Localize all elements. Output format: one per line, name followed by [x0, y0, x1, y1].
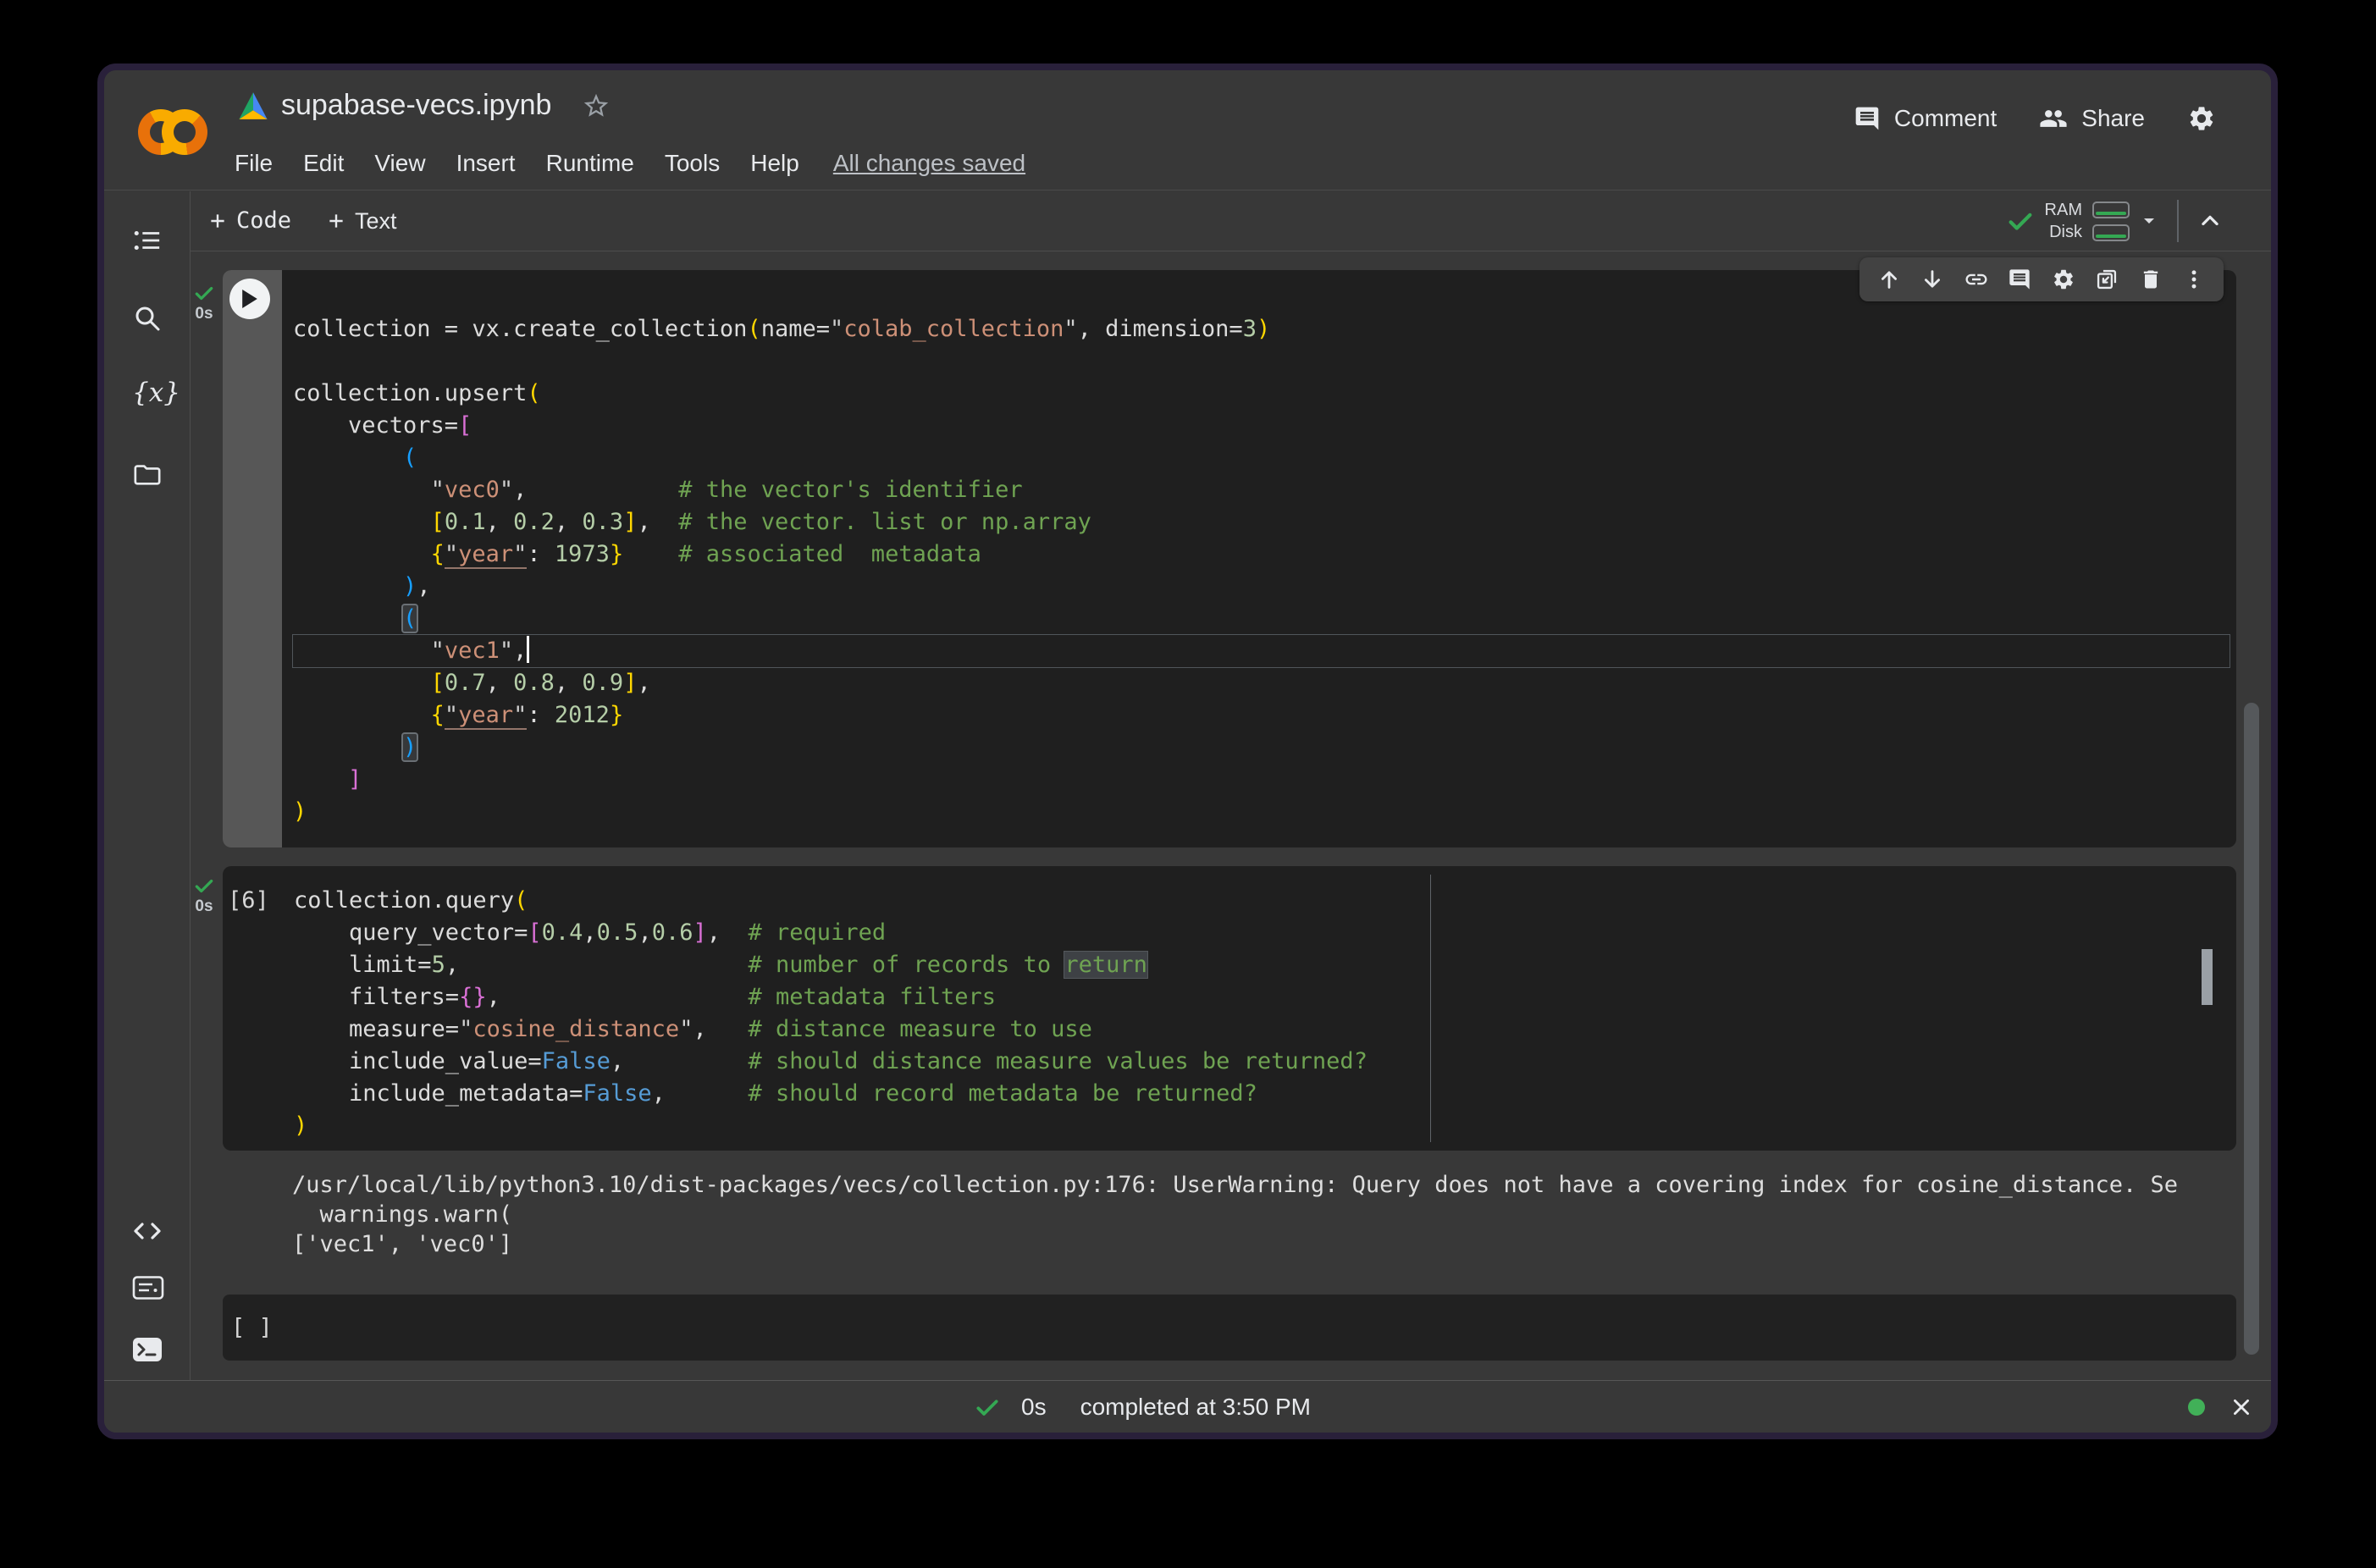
toolbar-divider	[2177, 200, 2179, 242]
disk-label: Disk	[2045, 221, 2082, 243]
notebook-toolbar: Code Text RAM Disk	[191, 190, 2271, 251]
cell-1-code-editor[interactable]: collection = vx.create_collection(name="…	[282, 270, 2236, 847]
menu-runtime[interactable]: Runtime	[546, 150, 634, 177]
kernel-status-dot	[2188, 1399, 2205, 1416]
terminal-icon[interactable]	[132, 1334, 163, 1365]
page-scrollbar-thumb[interactable]	[2244, 703, 2259, 1355]
menu-file[interactable]: File	[235, 150, 273, 177]
collapse-chevron-up-icon[interactable]	[2197, 208, 2223, 234]
colab-logo[interactable]	[138, 109, 209, 155]
people-icon	[2039, 104, 2068, 133]
share-button[interactable]: Share	[2039, 104, 2145, 133]
warning-line: /usr/local/lib/python3.10/dist-packages/…	[292, 1170, 2236, 1200]
star-icon[interactable]	[582, 91, 611, 120]
code-snippets-icon[interactable]	[132, 1216, 163, 1246]
search-icon[interactable]	[132, 303, 163, 334]
ram-label: RAM	[2045, 199, 2082, 221]
status-exec-time: 0s	[1021, 1394, 1047, 1421]
colab-window: supabase-vecs.ipynb File Edit View Inser…	[97, 63, 2278, 1439]
share-label: Share	[2081, 105, 2145, 132]
command-palette-icon[interactable]	[132, 1273, 163, 1303]
resource-monitor[interactable]: RAM Disk	[2006, 190, 2223, 251]
add-text-label: Text	[355, 208, 397, 235]
table-of-contents-icon[interactable]	[132, 225, 163, 256]
status-message: completed at 3:50 PM	[1080, 1394, 1311, 1421]
status-check-icon	[974, 1394, 1001, 1421]
menu-tools[interactable]: Tools	[665, 150, 720, 177]
cell-2-prompt: [6]	[228, 885, 269, 917]
play-icon	[241, 290, 258, 308]
variables-icon[interactable]: {x}	[132, 378, 163, 408]
cell-executed-check-icon	[193, 875, 215, 897]
warning-line-2: warnings.warn(	[292, 1200, 2236, 1229]
plus-icon	[326, 211, 346, 231]
copy-link-to-cell-button[interactable]	[1962, 265, 1991, 294]
add-text-button[interactable]: Text	[326, 190, 397, 251]
plus-icon	[207, 211, 228, 231]
more-options-kebab-icon[interactable]	[2180, 265, 2208, 294]
drive-icon	[237, 91, 269, 120]
mirror-cell-in-tab-icon[interactable]	[2092, 265, 2121, 294]
disk-usage-bar	[2092, 224, 2130, 241]
left-sidebar: {x}	[104, 191, 191, 1380]
add-code-button[interactable]: Code	[207, 190, 291, 251]
menu-view[interactable]: View	[374, 150, 425, 177]
execution-status-bar: 0s completed at 3:50 PM	[104, 1380, 2271, 1433]
settings-button[interactable]	[2187, 104, 2216, 133]
cell-settings-gear-icon[interactable]	[2049, 265, 2078, 294]
ram-usage-bar	[2092, 202, 2130, 218]
cell-toolbar	[1859, 257, 2224, 301]
move-cell-up-button[interactable]	[1875, 265, 1904, 294]
result-line: ['vec1', 'vec0']	[292, 1229, 2236, 1259]
menu-insert[interactable]: Insert	[456, 150, 516, 177]
cell-1-exec-time: 0s	[191, 305, 221, 323]
code-cell-1[interactable]: 0s collection = vx.create_collection(nam…	[223, 270, 2236, 847]
connected-check-icon	[2006, 207, 2035, 235]
cell-executed-check-icon	[193, 282, 215, 304]
comment-icon	[1854, 105, 1881, 132]
menu-bar: File Edit View Insert Runtime Tools Help…	[235, 150, 1025, 177]
cell-2-exec-time: 0s	[191, 897, 221, 916]
run-cell-button[interactable]	[229, 279, 270, 319]
comment-button[interactable]: Comment	[1854, 105, 1997, 132]
cell-2-code-editor[interactable]: collection.query( query_vector=[0.4,0.5,…	[294, 885, 2211, 1142]
cell-2-exec-status: 0s	[191, 875, 221, 916]
comment-label: Comment	[1894, 105, 1997, 132]
save-status-link[interactable]: All changes saved	[833, 150, 1025, 177]
notebook-scroll-area: 0s collection = vx.create_collection(nam…	[191, 252, 2271, 1380]
delete-cell-trash-icon[interactable]	[2136, 265, 2165, 294]
code-cell-3-empty[interactable]: [ ]	[223, 1295, 2236, 1361]
colab-logo-right-ring	[162, 109, 207, 155]
app-header: supabase-vecs.ipynb File Edit View Inser…	[104, 70, 2271, 190]
add-code-label: Code	[236, 205, 291, 237]
add-comment-button[interactable]	[2005, 265, 2034, 294]
code-cell-2[interactable]: 0s [6] collection.query( query_vector=[0…	[223, 866, 2236, 1151]
menu-help[interactable]: Help	[750, 150, 799, 177]
notebook-title[interactable]: supabase-vecs.ipynb	[281, 89, 551, 122]
editor-split-divider	[1430, 875, 1431, 1142]
cell-2-scrollbar-thumb[interactable]	[2202, 949, 2213, 1005]
files-folder-icon[interactable]	[132, 459, 163, 489]
cell-3-prompt: [ ]	[231, 1315, 273, 1341]
cell-1-exec-status: 0s	[191, 282, 221, 323]
cell-1-gutter	[223, 270, 282, 847]
menu-edit[interactable]: Edit	[303, 150, 344, 177]
cell-2-output: /usr/local/lib/python3.10/dist-packages/…	[223, 1170, 2236, 1259]
close-status-bar-icon[interactable]	[2230, 1396, 2252, 1418]
move-cell-down-button[interactable]	[1918, 265, 1947, 294]
caret-down-icon[interactable]	[2140, 212, 2158, 230]
gear-icon	[2187, 104, 2216, 133]
